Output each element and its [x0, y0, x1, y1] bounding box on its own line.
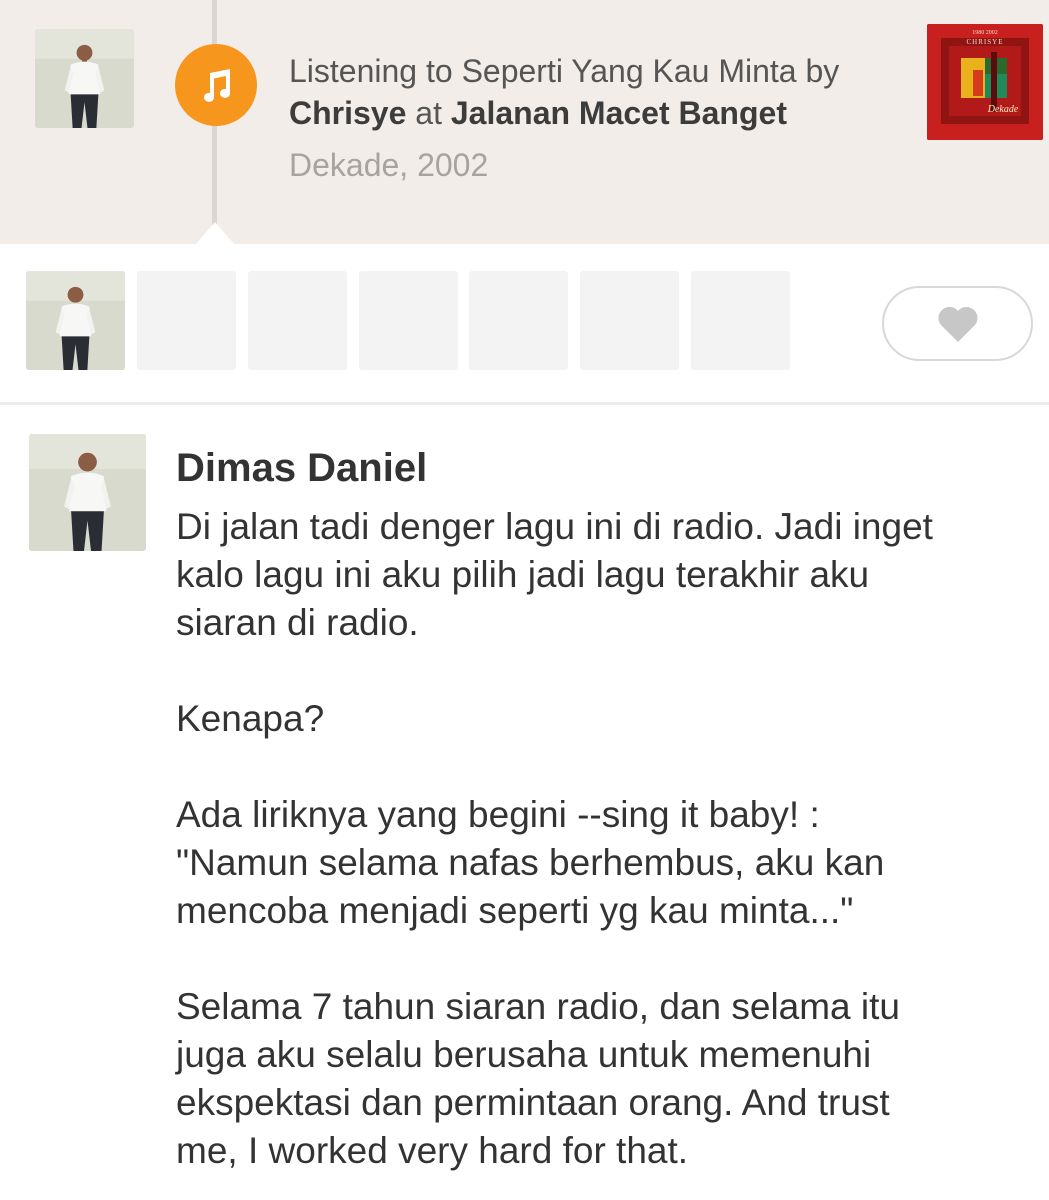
artist-link[interactable]: Chrisye: [289, 95, 406, 131]
comment-line: Kenapa?: [176, 698, 325, 739]
comment-paragraph: Kenapa?: [176, 695, 1026, 743]
album-art[interactable]: 1980 2002 CHRISYE Dekade: [927, 24, 1043, 140]
location-link[interactable]: Jalanan Macet Banget: [451, 95, 787, 131]
album-script: Dekade: [987, 104, 1019, 115]
liker-placeholder: [248, 271, 347, 370]
album-years: 1980 2002: [972, 30, 998, 36]
card-notch: [196, 222, 234, 244]
comment-text: Di jalan tadi denger lagu ini di radio. …: [176, 503, 1026, 1200]
comment-line: siaran di radio.: [176, 602, 419, 643]
liker-placeholder: [469, 271, 568, 370]
at-word: at: [415, 95, 442, 131]
comment-line: Ada liriknya yang begini --sing it baby!…: [176, 794, 820, 835]
liker-placeholder: [691, 271, 790, 370]
comment-line: kalo lagu ini aku pilih jadi lagu terakh…: [176, 554, 870, 595]
album-title: CHRISYE: [967, 38, 1004, 46]
liker-avatar[interactable]: [26, 271, 125, 370]
comment-paragraph: Selama 7 tahun siaran radio, dan selama …: [176, 983, 1026, 1175]
comment-line: me, I worked very hard for that.: [176, 1130, 689, 1171]
heart-icon: [937, 306, 978, 342]
comment-line: mencoba menjadi seperti yg kau minta...": [176, 890, 854, 931]
liker-placeholder: [359, 271, 458, 370]
liker-placeholder: [580, 271, 679, 370]
moment-title-line-1: Listening to Seperti Yang Kau Minta by: [289, 50, 909, 92]
moment-title-line-2: Chrisye at Jalanan Macet Banget: [289, 92, 909, 134]
comment-avatar[interactable]: [29, 434, 146, 551]
divider: [0, 402, 1049, 405]
likes-row: [0, 244, 1049, 404]
music-note-icon: [175, 44, 257, 126]
comment-line: "Namun selama nafas berhembus, aku kan: [176, 842, 885, 883]
liker-placeholder: [137, 271, 236, 370]
comment-line: Di jalan tadi denger lagu ini di radio. …: [176, 506, 933, 547]
album-info: Dekade, 2002: [289, 147, 489, 183]
comment-line: ekspektasi dan permintaan orang. And tru…: [176, 1082, 890, 1123]
moment-description: Listening to Seperti Yang Kau Minta by C…: [289, 50, 909, 186]
moment-card[interactable]: Listening to Seperti Yang Kau Minta by C…: [0, 0, 1049, 244]
comment-paragraph: Di jalan tadi denger lagu ini di radio. …: [176, 503, 1026, 647]
comment-paragraph: Ada liriknya yang begini --sing it baby!…: [176, 791, 1026, 935]
moment-prefix: Listening to Seperti Yang Kau Minta by: [289, 53, 840, 89]
comment-line: Selama 7 tahun siaran radio, dan selama …: [176, 986, 900, 1027]
avatar[interactable]: [35, 29, 134, 128]
comment-author[interactable]: Dimas Daniel: [176, 444, 427, 492]
comment-line: juga aku selalu berusaha untuk memenuhi: [176, 1034, 872, 1075]
love-button[interactable]: [882, 286, 1033, 361]
